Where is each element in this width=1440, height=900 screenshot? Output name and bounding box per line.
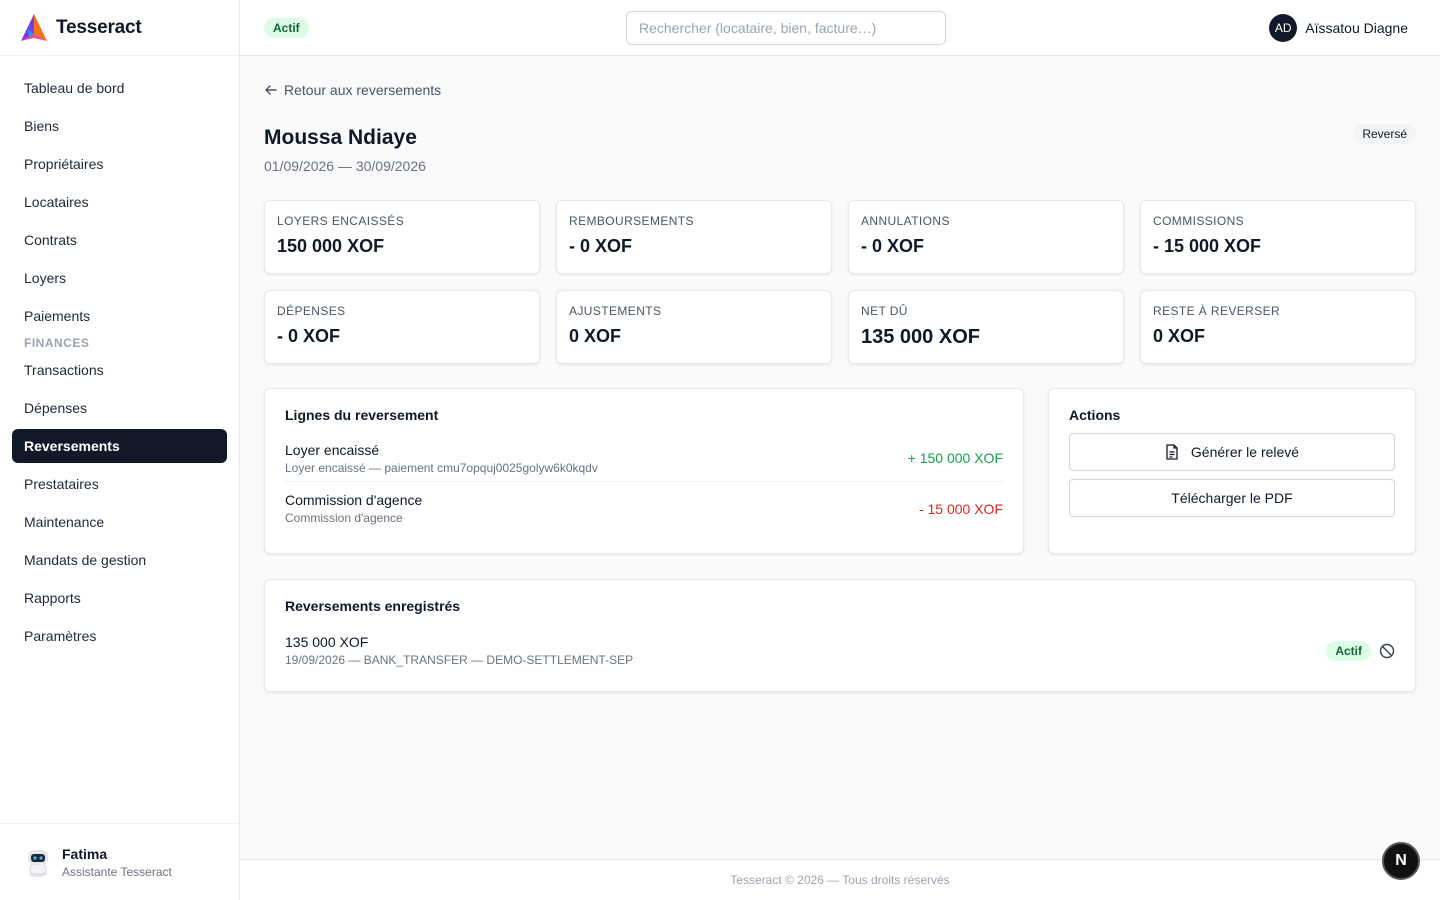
stat-card-refunds: REMBOURSEMENTS - 0 XOF	[556, 200, 832, 274]
brand-name: Tesseract	[56, 16, 142, 38]
stat-label: ANNULATIONS	[861, 214, 950, 228]
line-description: Loyer encaissé — paiement cmu7opquj0025g…	[285, 460, 598, 475]
sidebar-item-reports[interactable]: Rapports	[12, 581, 227, 615]
search-input[interactable]	[626, 11, 946, 45]
sidebar-item-transactions[interactable]: Transactions	[12, 353, 227, 387]
recorded-settlements-card: Reversements enregistrés 135 000 XOF 19/…	[264, 579, 1416, 692]
list-item: Commission d'agence Commission d'agence …	[285, 482, 1003, 535]
brand[interactable]: Tesseract	[0, 0, 239, 56]
arrow-left-icon	[265, 85, 277, 95]
stat-card-adjustments: AJUSTEMENTS 0 XOF	[556, 290, 832, 364]
stat-value: - 0 XOF	[861, 236, 925, 256]
document-icon	[1166, 444, 1178, 460]
list-item: 135 000 XOF 19/09/2026 — BANK_TRANSFER —…	[285, 634, 1395, 667]
stat-card-net-due: NET DÛ 135 000 XOF	[848, 290, 1124, 364]
avatar: AD	[1269, 14, 1298, 42]
stat-value: - 15 000 XOF	[1153, 236, 1262, 256]
period-range: 01/09/2026 — 30/09/2026	[264, 158, 426, 174]
recorded-details: 19/09/2026 — BANK_TRANSFER — DEMO-SETTLE…	[285, 653, 634, 667]
footer: Tesseract © 2026 — Tous droits réservés	[240, 859, 1440, 900]
stat-value: 0 XOF	[1153, 326, 1206, 346]
sidebar-item-payments[interactable]: Paiements	[12, 299, 227, 333]
stat-label: LOYERS ENCAISSÉS	[277, 214, 405, 228]
card-title: Reversements enregistrés	[285, 598, 461, 614]
card-title: Actions	[1069, 407, 1121, 423]
stat-value: 135 000 XOF	[861, 326, 980, 348]
sidebar-item-maintenance[interactable]: Maintenance	[12, 505, 227, 539]
status-badge: Actif	[264, 18, 309, 38]
stat-value: 0 XOF	[569, 326, 622, 346]
cancel-icon[interactable]	[1379, 643, 1395, 659]
robot-assistant-icon	[28, 850, 48, 877]
line-amount: + 150 000 XOF	[907, 450, 1003, 466]
stat-label: RESTE À REVERSER	[1153, 304, 1281, 318]
sidebar-item-dashboard[interactable]: Tableau de bord	[12, 71, 227, 105]
settlement-status-badge: Reversé	[1353, 124, 1416, 144]
settlement-lines-card: Lignes du reversement Loyer encaissé Loy…	[264, 388, 1024, 554]
sidebar-item-providers[interactable]: Prestataires	[12, 467, 227, 501]
sidebar-section-finances: FINANCES	[24, 336, 90, 350]
line-amount: - 15 000 XOF	[918, 500, 1003, 517]
line-name: Commission d'agence	[285, 492, 423, 508]
sidebar-item-rents[interactable]: Loyers	[12, 261, 227, 295]
stat-label: DÉPENSES	[277, 304, 346, 318]
line-name: Loyer encaissé	[285, 441, 380, 458]
stat-value: 150 000 XOF	[277, 236, 385, 256]
sidebar-item-properties[interactable]: Biens	[12, 109, 227, 143]
recorded-amount: 135 000 XOF	[285, 634, 369, 650]
sidebar-item-settings[interactable]: Paramètres	[12, 619, 227, 653]
sidebar-item-owners[interactable]: Propriétaires	[12, 147, 227, 181]
page-title: Moussa Ndiaye	[264, 126, 417, 149]
footer-text: Tesseract © 2026 — Tous droits réservés	[730, 873, 950, 887]
download-pdf-button[interactable]: Télécharger le PDF	[1069, 479, 1395, 517]
stats-grid: LOYERS ENCAISSÉS 150 000 XOF REMBOURSEME…	[264, 200, 1416, 364]
stat-card-commissions: COMMISSIONS - 15 000 XOF	[1140, 200, 1416, 274]
back-link[interactable]: Retour aux reversements	[264, 82, 441, 98]
status-badge: Actif	[1326, 640, 1371, 661]
stat-card-cancellations: ANNULATIONS - 0 XOF	[848, 200, 1124, 274]
line-description: Commission d'agence	[285, 511, 403, 525]
tesseract-logo-icon	[21, 13, 47, 41]
stat-label: REMBOURSEMENTS	[569, 214, 694, 228]
actions-card: Actions Générer le relevé Télécharger le…	[1048, 388, 1416, 554]
assistant-panel[interactable]: Fatima Assistante Tesseract	[0, 823, 240, 900]
assistant-subtitle: Assistante Tesseract	[62, 864, 172, 879]
stat-label: COMMISSIONS	[1153, 214, 1245, 228]
user-name: Aïssatou Diagne	[1305, 20, 1408, 36]
stat-value: - 0 XOF	[569, 236, 633, 256]
sidebar-nav: Tableau de bord Biens Propriétaires Loca…	[12, 71, 227, 657]
stat-label: AJUSTEMENTS	[569, 304, 662, 318]
sidebar-item-expenses[interactable]: Dépenses	[12, 391, 227, 425]
stat-card-rents-collected: LOYERS ENCAISSÉS 150 000 XOF	[264, 200, 540, 274]
download-pdf-label: Télécharger le PDF	[1171, 490, 1293, 506]
back-link-label: Retour aux reversements	[284, 82, 442, 98]
stat-card-expenses: DÉPENSES - 0 XOF	[264, 290, 540, 364]
sidebar-item-contracts[interactable]: Contrats	[12, 223, 227, 257]
assistant-name: Fatima	[62, 845, 108, 862]
sidebar: Tesseract Tableau de bord Biens Propriét…	[0, 0, 240, 900]
nextjs-dev-button[interactable]: N	[1382, 842, 1420, 880]
stat-label: NET DÛ	[861, 304, 908, 318]
sidebar-item-tenants[interactable]: Locataires	[12, 185, 227, 219]
stat-card-remaining: RESTE À REVERSER 0 XOF	[1140, 290, 1416, 364]
user-menu[interactable]: AD Aïssatou Diagne	[1269, 14, 1408, 42]
card-title: Lignes du reversement	[285, 407, 439, 423]
sidebar-item-settlements[interactable]: Reversements	[12, 429, 227, 463]
list-item: Loyer encaissé Loyer encaissé — paiement…	[285, 435, 1003, 482]
generate-statement-button[interactable]: Générer le relevé	[1069, 433, 1395, 471]
top-header: Actif AD Aïssatou Diagne	[240, 0, 1440, 56]
stat-value: - 0 XOF	[277, 326, 341, 346]
sidebar-item-mandates[interactable]: Mandats de gestion	[12, 543, 227, 577]
generate-statement-label: Générer le relevé	[1190, 444, 1300, 460]
